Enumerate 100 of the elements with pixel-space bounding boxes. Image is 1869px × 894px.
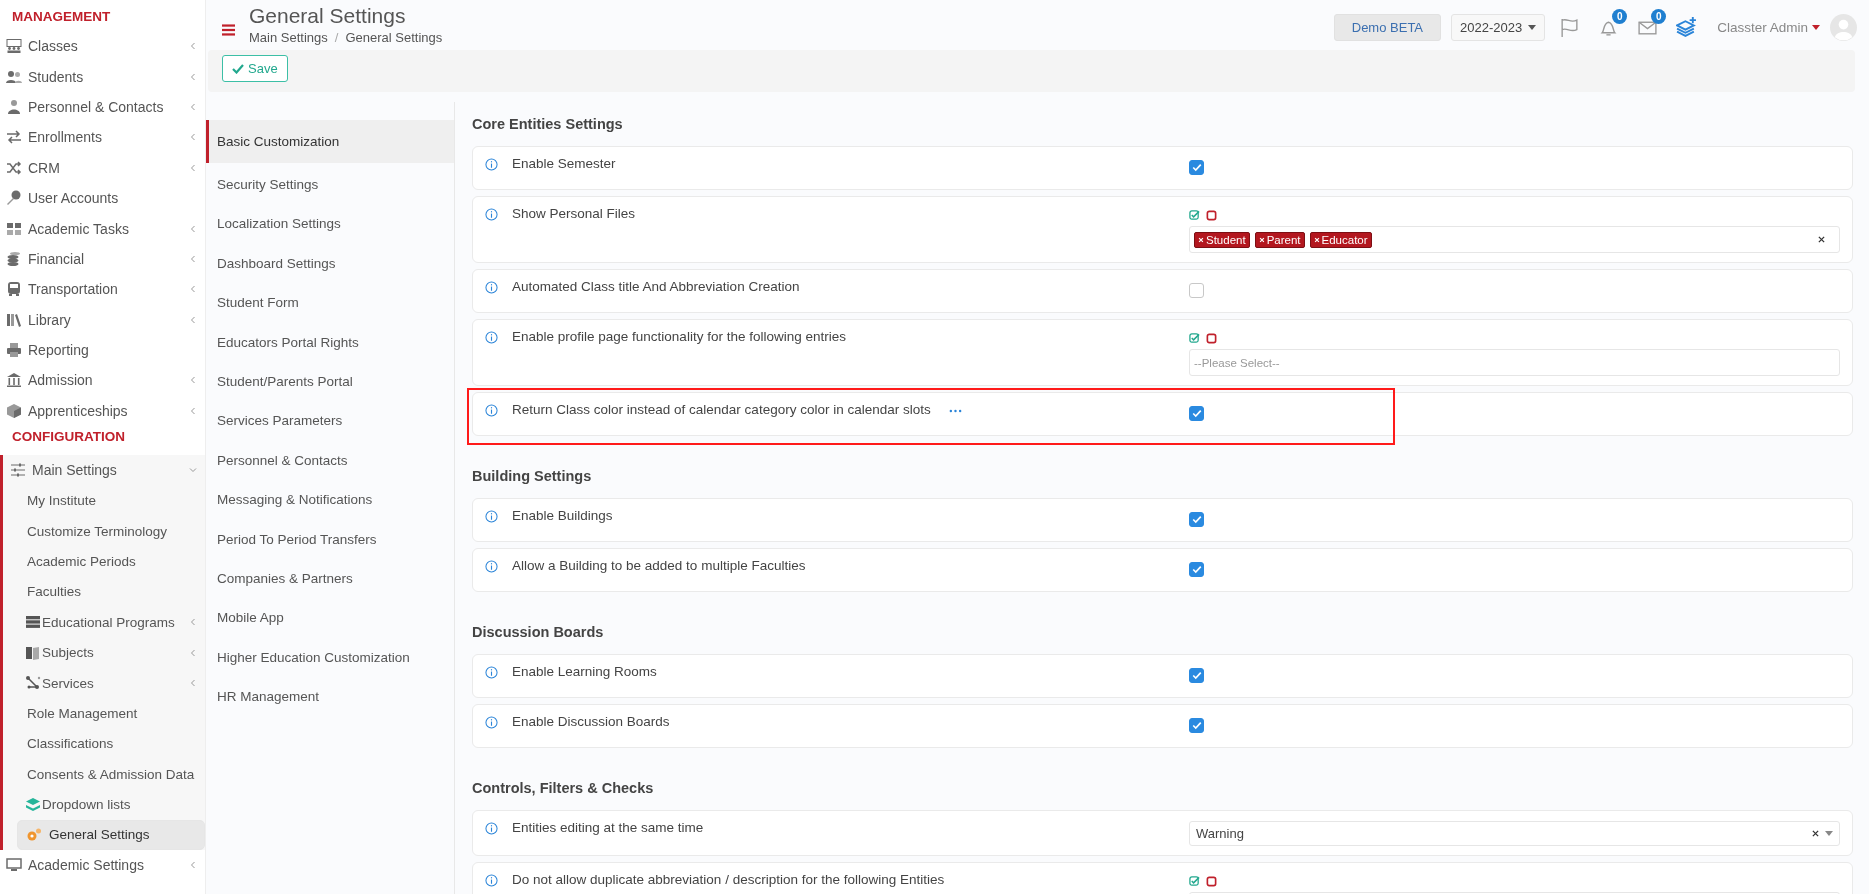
caret-down-icon <box>1528 25 1537 30</box>
settings-tab[interactable]: Services Parameters <box>206 401 454 441</box>
user-menu[interactable]: Classter Admin <box>1717 20 1820 35</box>
info-icon[interactable] <box>485 666 498 679</box>
remove-icon[interactable] <box>1258 236 1265 243</box>
info-icon[interactable] <box>485 560 498 573</box>
sidebar-item[interactable]: Main Settings <box>3 455 205 486</box>
sidebar-item[interactable]: Classifications <box>17 728 205 759</box>
info-icon[interactable] <box>485 331 498 344</box>
sidebar-item[interactable]: Classes <box>0 31 205 62</box>
checkbox[interactable] <box>1189 718 1204 733</box>
sidebar-item[interactable]: Consents & Admission Data <box>17 759 205 790</box>
settings-tab[interactable]: Student Form <box>206 283 454 323</box>
breadcrumb-separator: / <box>334 30 339 45</box>
sidebar-item[interactable]: Apprenticeships <box>0 395 205 427</box>
sidebar-item[interactable]: Faculties <box>17 576 205 608</box>
checkbox[interactable] <box>1189 160 1204 175</box>
sidebar-item[interactable]: Services <box>17 667 205 699</box>
info-icon[interactable] <box>485 874 498 887</box>
settings-tab[interactable]: Higher Education Customization <box>206 637 454 678</box>
sidebar-item[interactable]: My Institute <box>17 485 205 516</box>
clear-icon[interactable] <box>1812 830 1819 837</box>
settings-tab[interactable]: Companies & Partners <box>206 558 454 599</box>
sidebar-item[interactable]: Financial <box>0 243 205 275</box>
sidebar-item[interactable]: Academic Periods <box>17 546 205 577</box>
settings-tab[interactable]: Dashboard Settings <box>206 243 454 284</box>
sidebar-item[interactable]: General Settings <box>17 819 205 851</box>
settings-tab[interactable]: Personnel & Contacts <box>206 440 454 481</box>
layers-plus-icon[interactable] <box>1676 17 1698 38</box>
cube-icon <box>6 402 22 419</box>
sidebar-item[interactable]: Library <box>0 304 205 335</box>
settings-tab[interactable]: Student/Parents Portal <box>206 361 454 402</box>
checkbox[interactable] <box>1189 406 1204 421</box>
sidebar-item[interactable]: User Accounts <box>0 182 205 214</box>
sidebar-item[interactable]: Transportation <box>0 274 205 305</box>
bank-icon <box>6 372 22 389</box>
info-icon[interactable] <box>485 716 498 729</box>
sidebar-item[interactable]: Subjects <box>17 637 205 668</box>
info-icon[interactable] <box>485 208 498 221</box>
sidebar-item[interactable]: Enrollments <box>0 122 205 153</box>
menu-icon[interactable] <box>222 24 235 36</box>
setting-label: Enable Buildings <box>512 508 613 523</box>
select-field[interactable]: Warning <box>1189 821 1840 846</box>
flag-icon[interactable] <box>1559 17 1581 38</box>
sidebar-item[interactable]: Dropdown lists <box>17 789 205 820</box>
uncheck-all-icon[interactable] <box>1206 333 1217 344</box>
settings-tab[interactable]: Mobile App <box>206 598 454 638</box>
info-icon[interactable] <box>485 510 498 523</box>
more-icon[interactable] <box>948 409 962 413</box>
tag-chip[interactable]: Educator <box>1309 231 1372 248</box>
uncheck-all-icon[interactable] <box>1206 876 1217 887</box>
settings-tab[interactable]: Messaging & Notifications <box>206 480 454 520</box>
check-all-icon[interactable] <box>1189 210 1200 221</box>
arrows-icon <box>6 129 22 146</box>
sidebar-item[interactable]: Admission <box>0 365 205 396</box>
checkbox[interactable] <box>1189 512 1204 527</box>
users-icon <box>6 68 22 85</box>
sidebar-item[interactable]: Students <box>0 61 205 92</box>
year-dropdown[interactable]: 2022-2023 <box>1451 14 1546 41</box>
layers-icon <box>25 796 41 813</box>
info-icon[interactable] <box>485 158 498 171</box>
sidebar-item[interactable]: Academic Settings <box>0 850 205 881</box>
info-icon[interactable] <box>485 281 498 294</box>
key-icon <box>6 190 22 207</box>
check-icon <box>1191 565 1202 574</box>
checkbox[interactable] <box>1189 283 1204 298</box>
checkbox[interactable] <box>1189 668 1204 683</box>
settings-tab[interactable]: Basic Customization <box>206 120 454 163</box>
demo-button[interactable]: Demo BETA <box>1333 14 1442 41</box>
breadcrumb-link[interactable]: Main Settings <box>249 30 328 45</box>
remove-icon[interactable] <box>1198 236 1204 243</box>
sidebar-item[interactable]: Customize Terminology <box>17 515 205 547</box>
sidebar-item[interactable]: Reporting <box>0 334 205 366</box>
books-icon <box>6 311 22 328</box>
uncheck-all-icon[interactable] <box>1206 210 1217 221</box>
settings-tab[interactable]: Security Settings <box>206 165 454 205</box>
check-all-icon[interactable] <box>1189 876 1200 887</box>
clear-icon[interactable] <box>1818 236 1825 243</box>
check-all-icon[interactable] <box>1189 333 1200 344</box>
tag-chip[interactable]: Student <box>1194 231 1250 248</box>
info-icon[interactable] <box>485 822 498 835</box>
sidebar-item[interactable]: CRM <box>0 152 205 183</box>
multi-select-field[interactable]: Student Parent Educator <box>1189 226 1840 253</box>
settings-tab[interactable]: HR Management <box>206 677 454 717</box>
sidebar-item[interactable]: Role Management <box>17 698 205 729</box>
settings-tab[interactable]: Localization Settings <box>206 204 454 244</box>
settings-tab[interactable]: Educators Portal Rights <box>206 322 454 362</box>
checkbox[interactable] <box>1189 562 1204 577</box>
breadcrumb-link[interactable]: General Settings <box>345 30 443 45</box>
sidebar-item[interactable]: Personnel & Contacts <box>0 91 205 123</box>
sliders-icon <box>10 462 26 479</box>
remove-icon[interactable] <box>1313 236 1320 243</box>
count-badge: 0 <box>1651 9 1667 24</box>
sidebar-item[interactable]: Academic Tasks <box>0 213 205 244</box>
setting-label: Show Personal Files <box>512 206 636 221</box>
tag-chip[interactable]: Parent <box>1254 231 1305 248</box>
sidebar-item[interactable]: Educational Programs <box>17 607 205 638</box>
info-icon[interactable] <box>485 404 498 417</box>
section-heading: Building Settings <box>472 467 593 486</box>
settings-tab[interactable]: Period To Period Transfers <box>206 519 454 559</box>
